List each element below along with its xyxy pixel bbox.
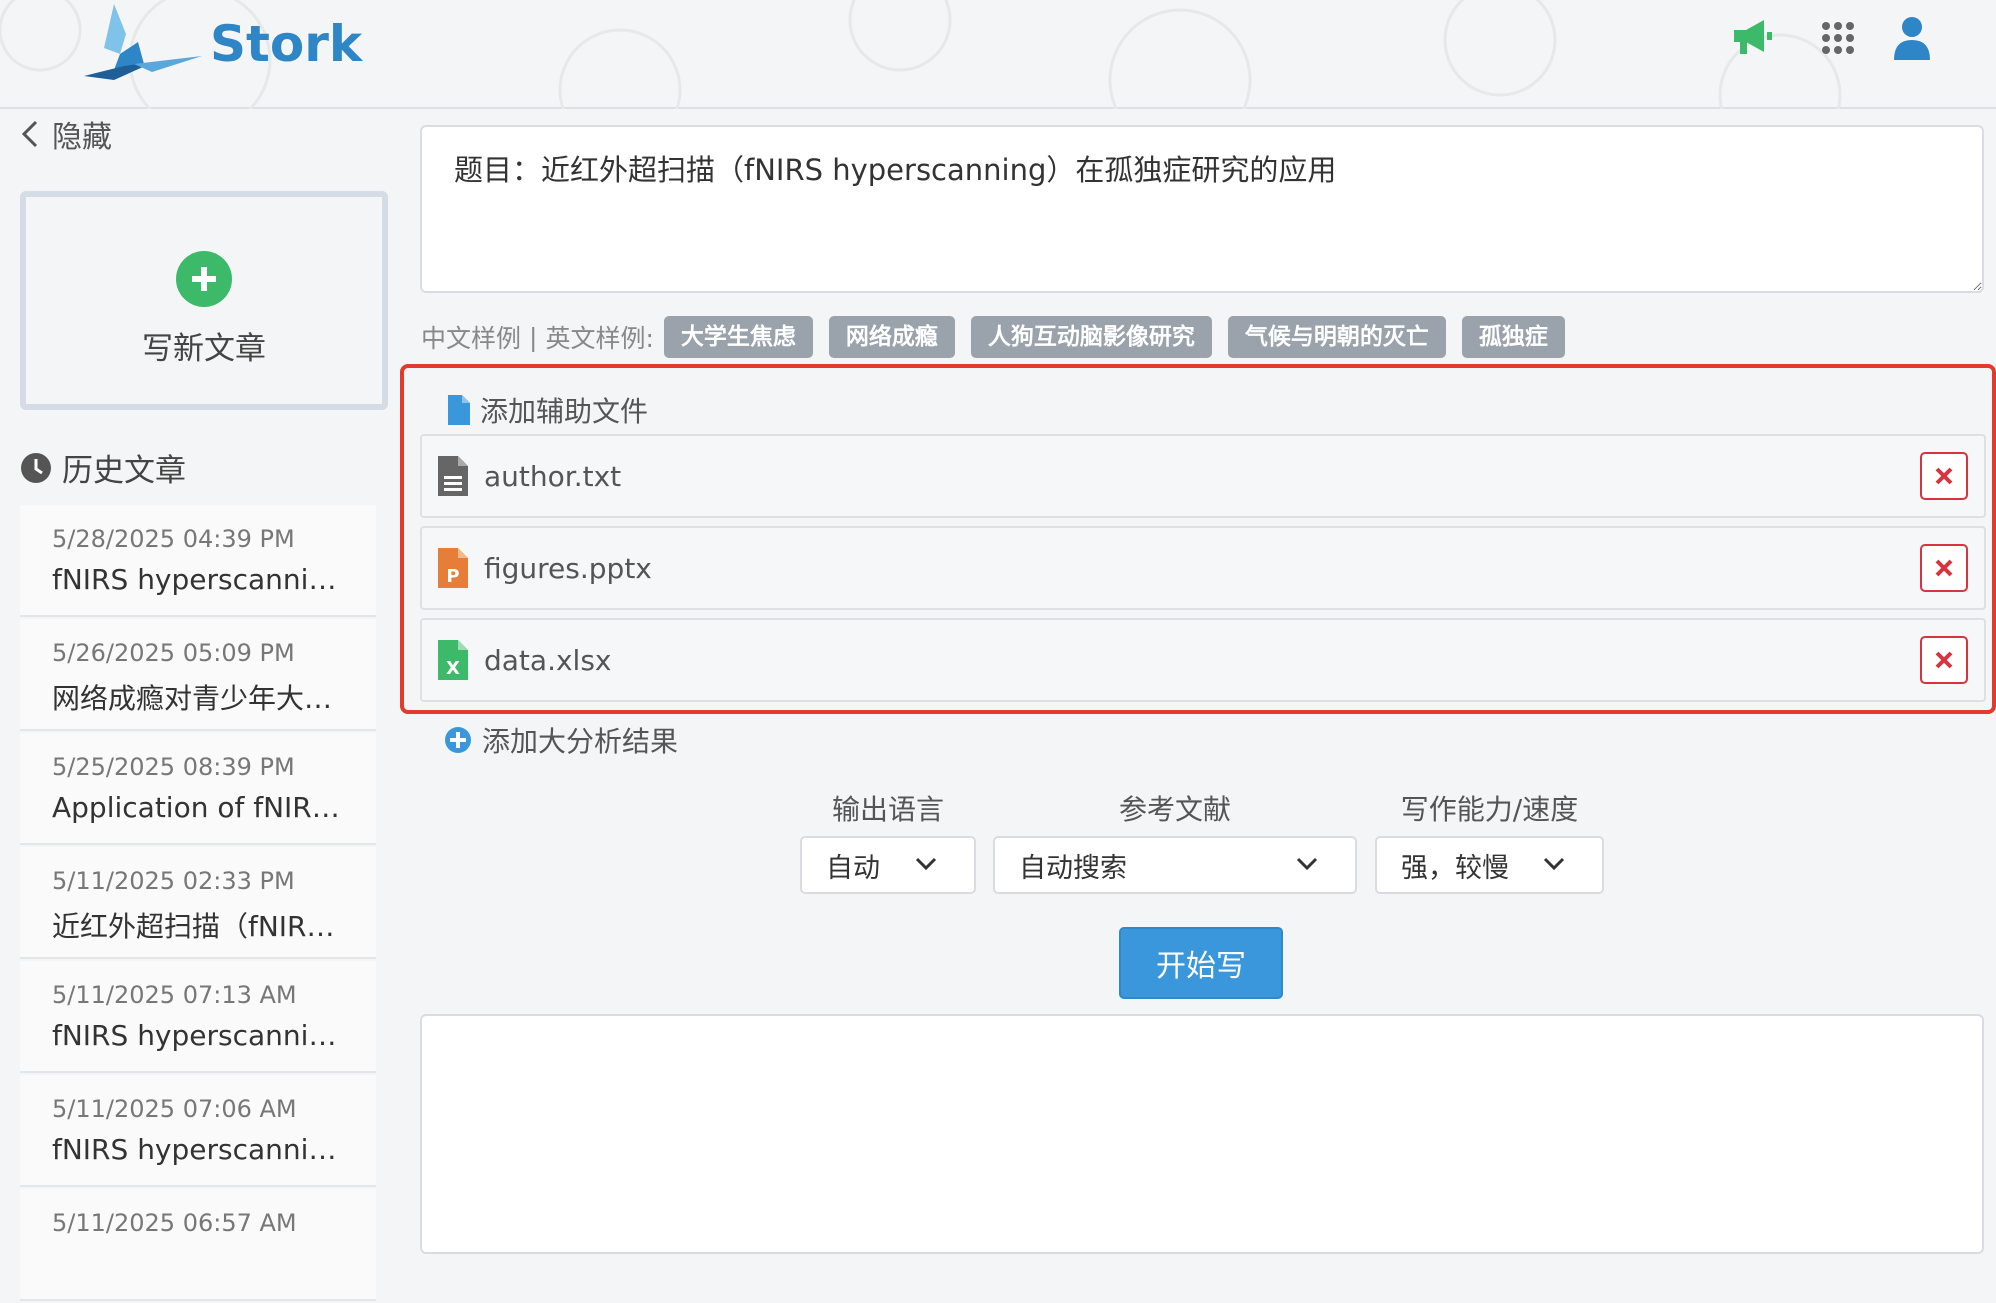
language-label: 输出语言 — [831, 793, 944, 826]
language-value: 自动 — [826, 852, 880, 884]
powerpoint-file-icon: P — [438, 548, 468, 588]
file-name: figures.pptx — [484, 551, 652, 585]
history-title-text: fNIRS hyperscannin… — [52, 1019, 352, 1052]
history-item[interactable]: 5/26/2025 05:09 PM 网络成瘾对青少年大… — [20, 619, 376, 731]
svg-text:X: X — [446, 658, 460, 679]
chevron-down-icon — [1543, 857, 1565, 871]
example-tag[interactable]: 孤独症 — [1461, 316, 1565, 358]
output-area[interactable] — [420, 1014, 1984, 1254]
history-title-text: 网络成瘾对青少年大… — [52, 682, 333, 715]
example-tag[interactable]: 大学生焦虑 — [663, 316, 813, 358]
file-row: P figures.pptx — [420, 526, 1986, 610]
history-header: 历史文章 — [20, 445, 186, 490]
close-icon — [1935, 559, 1953, 577]
references-value: 自动搜索 — [1019, 852, 1127, 884]
stork-logo-icon — [84, 4, 202, 80]
history-title-text: fNIRS hyperscannin… — [52, 1133, 352, 1166]
file-name: data.xlsx — [484, 643, 612, 677]
clock-icon — [21, 452, 51, 483]
add-analysis-label: 添加大分析结果 — [482, 725, 679, 758]
close-icon — [1935, 467, 1953, 485]
history-date: 5/11/2025 06:57 AM — [52, 1209, 297, 1237]
example-tag[interactable]: 网络成瘾 — [828, 316, 955, 358]
examples-separator: | — [529, 322, 538, 352]
svg-text:P: P — [446, 566, 459, 587]
close-icon — [1935, 651, 1953, 669]
references-select[interactable]: 自动搜索 — [993, 836, 1357, 894]
new-article-button[interactable]: 写新文章 — [20, 191, 388, 410]
excel-file-icon: X — [438, 640, 468, 680]
ability-label: 写作能力/速度 — [1400, 793, 1579, 826]
file-name: author.txt — [484, 459, 622, 493]
topic-input[interactable]: 题目：近红外超扫描（fNIRS hyperscanning）在孤独症研究的应用 — [420, 125, 1984, 293]
attached-files-panel: 添加辅助文件 author.txt P figures.pptx X data.… — [400, 364, 1996, 714]
new-article-label: 写新文章 — [142, 331, 266, 367]
user-icon[interactable] — [1888, 14, 1936, 62]
hide-sidebar-button[interactable]: 隐藏 — [18, 114, 112, 155]
remove-file-button[interactable] — [1920, 636, 1968, 684]
remove-file-button[interactable] — [1920, 544, 1968, 592]
example-tag[interactable]: 人狗互动脑影像研究 — [970, 316, 1212, 358]
add-analysis-button[interactable]: 添加大分析结果 — [444, 720, 678, 760]
apps-grid-icon[interactable] — [1814, 14, 1862, 62]
add-file-label: 添加辅助文件 — [480, 395, 649, 428]
plus-circle-icon — [445, 727, 471, 753]
app-logo[interactable]: Stork — [74, 4, 362, 84]
references-label: 参考文献 — [1118, 793, 1231, 826]
history-item[interactable]: 5/28/2025 04:39 PM fNIRS hyperscannin… — [20, 505, 376, 617]
ability-select[interactable]: 强，较慢 — [1375, 836, 1604, 894]
history-list: 5/28/2025 04:39 PM fNIRS hyperscannin… 5… — [20, 505, 376, 1303]
history-date: 5/11/2025 07:06 AM — [52, 1095, 297, 1123]
chevron-down-icon — [915, 857, 937, 871]
chevron-down-icon — [1296, 857, 1318, 871]
chinese-examples-label[interactable]: 中文样例 — [421, 319, 521, 355]
history-item[interactable]: 5/11/2025 06:57 AM — [20, 1189, 376, 1301]
history-title-text: fNIRS hyperscannin… — [52, 563, 352, 596]
history-title-text: 近红外超扫描（fNIRS… — [52, 910, 352, 943]
ability-value: 强，较慢 — [1401, 852, 1509, 884]
top-bar: Stork — [0, 0, 1996, 109]
hide-label: 隐藏 — [52, 120, 112, 155]
history-title-text: Application of fNIR… — [52, 791, 340, 824]
history-date: 5/28/2025 04:39 PM — [52, 525, 295, 553]
history-date: 5/26/2025 05:09 PM — [52, 639, 295, 667]
history-date: 5/25/2025 08:39 PM — [52, 753, 295, 781]
start-writing-button[interactable]: 开始写 — [1119, 927, 1283, 999]
history-date: 5/11/2025 02:33 PM — [52, 867, 295, 895]
chevron-left-icon — [21, 120, 38, 148]
remove-file-button[interactable] — [1920, 452, 1968, 500]
file-row: X data.xlsx — [420, 618, 1986, 702]
history-title: 历史文章 — [62, 453, 186, 489]
history-item[interactable]: 5/11/2025 02:33 PM 近红外超扫描（fNIRS… — [20, 847, 376, 959]
announcement-icon[interactable] — [1728, 14, 1776, 62]
history-item[interactable]: 5/11/2025 07:06 AM fNIRS hyperscannin… — [20, 1075, 376, 1187]
language-select[interactable]: 自动 — [800, 836, 976, 894]
example-topics: 中文样例 | 英文样例: 大学生焦虑 网络成瘾 人狗互动脑影像研究 气候与明朝的… — [421, 316, 1581, 358]
example-tag[interactable]: 气候与明朝的灭亡 — [1227, 316, 1446, 358]
app-name: Stork — [210, 15, 363, 73]
plus-icon — [176, 251, 232, 307]
file-row: author.txt — [420, 434, 1986, 518]
document-icon — [448, 395, 470, 425]
english-examples-label[interactable]: 英文样例: — [545, 319, 653, 355]
history-item[interactable]: 5/25/2025 08:39 PM Application of fNIR… — [20, 733, 376, 845]
history-item[interactable]: 5/11/2025 07:13 AM fNIRS hyperscannin… — [20, 961, 376, 1073]
text-file-icon — [438, 456, 468, 496]
add-file-button[interactable]: 添加辅助文件 — [448, 390, 648, 430]
history-date: 5/11/2025 07:13 AM — [52, 981, 297, 1009]
